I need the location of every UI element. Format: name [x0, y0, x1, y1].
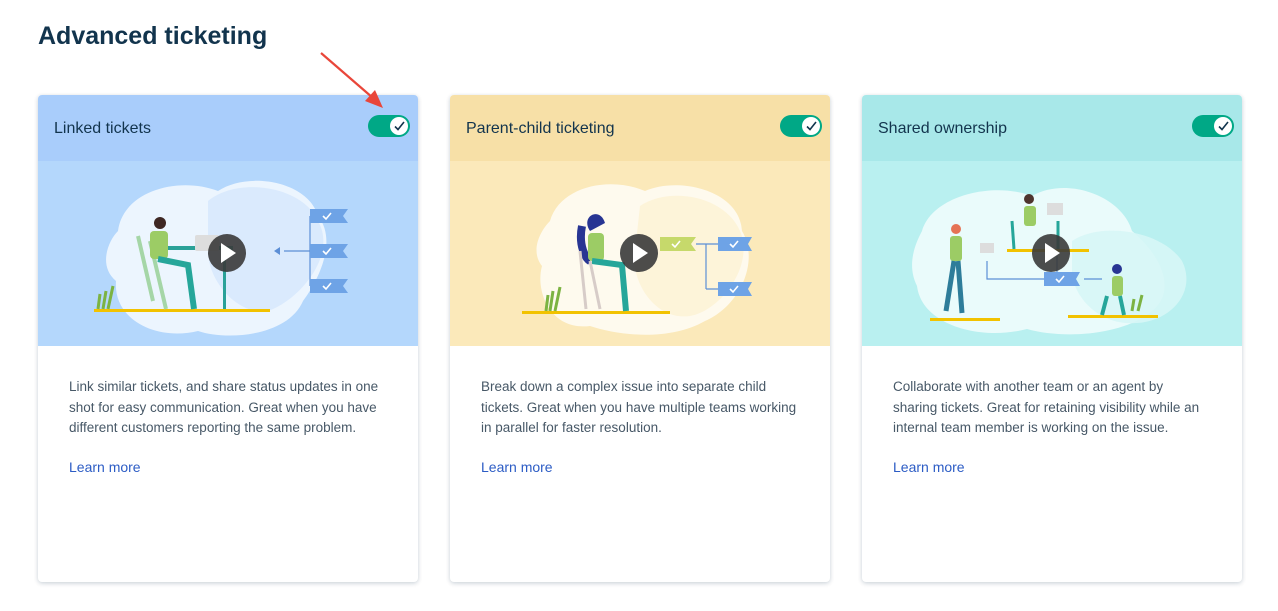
play-video-button[interactable] [208, 234, 246, 272]
page-title: Advanced ticketing [38, 22, 268, 50]
card-description: Link similar tickets, and share status u… [69, 379, 379, 435]
card-illustration [862, 161, 1242, 346]
linked-tickets-illustration [94, 180, 348, 336]
card-illustration [450, 161, 830, 346]
red-arrow-icon [320, 52, 383, 108]
card-parent-child-ticketing: Parent-child ticketing Break down a comp… [450, 95, 830, 582]
learn-more-link[interactable]: Learn more [481, 459, 553, 475]
check-icon [390, 117, 408, 135]
check-icon [1214, 117, 1232, 135]
card-title: Linked tickets [54, 120, 151, 137]
parent-child-illustration [522, 184, 752, 335]
card-shared-ownership: Shared ownership Collaborate with anothe… [862, 95, 1242, 582]
card-description: Break down a complex issue into separate… [481, 379, 797, 435]
card-header: Shared ownership [862, 95, 1242, 161]
shared-ownership-illustration [912, 188, 1187, 335]
card-header: Parent-child ticketing [450, 95, 830, 161]
linked-tickets-toggle[interactable] [368, 115, 410, 137]
card-illustration [38, 161, 418, 346]
card-title: Shared ownership [878, 120, 1007, 137]
play-video-button[interactable] [620, 234, 658, 272]
card-linked-tickets: Linked tickets Link similar tickets, and… [38, 95, 418, 582]
shared-ownership-toggle[interactable] [1192, 115, 1234, 137]
card-description: Collaborate with another team or an agen… [893, 379, 1200, 435]
learn-more-link[interactable]: Learn more [69, 459, 141, 475]
learn-more-link[interactable]: Learn more [893, 459, 965, 475]
play-video-button[interactable] [1032, 234, 1070, 272]
check-icon [802, 117, 820, 135]
card-title: Parent-child ticketing [466, 120, 615, 137]
parent-child-toggle[interactable] [780, 115, 822, 137]
